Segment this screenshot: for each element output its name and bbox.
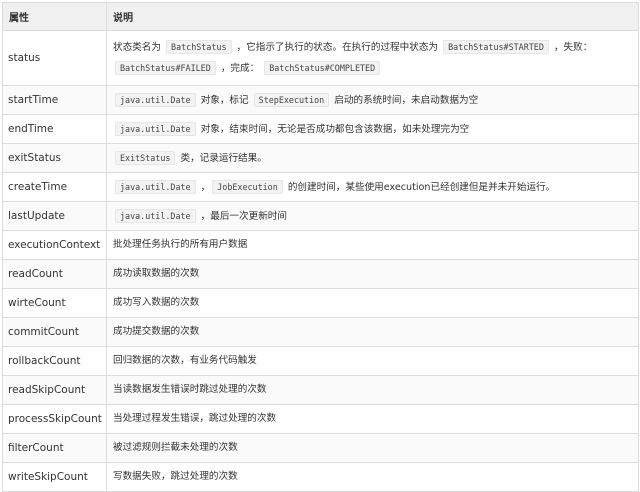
property-name: readSkipCount bbox=[2, 375, 107, 405]
table-row: executionContext 批处理任务执行的所有用户数据 bbox=[2, 230, 639, 260]
description-text: 成功提交数据的次数 bbox=[113, 326, 200, 337]
table-row: readSkipCount 当读数据发生错误时跳过处理的次数 bbox=[2, 375, 639, 405]
table-row: startTime java.util.Date 对象，标记 StepExecut… bbox=[2, 85, 639, 115]
property-description: 回归数据的次数，有业务代码触发 bbox=[106, 346, 639, 376]
description-text: 启动的系统时间，未启动数据为空 bbox=[331, 94, 479, 106]
description-text: 批处理任务执行的所有用户数据 bbox=[113, 239, 248, 250]
property-name: status bbox=[2, 30, 107, 86]
table-row: commitCount 成功提交数据的次数 bbox=[2, 317, 639, 347]
inline-code: JobExecution bbox=[212, 179, 283, 194]
table-row: status 状态类名为 BatchStatus ，它指示了执行的状态。在执行的过… bbox=[2, 30, 639, 86]
property-name: lastUpdate bbox=[2, 201, 107, 231]
description-text: 成功读取数据的次数 bbox=[113, 268, 200, 279]
header-description: 说明 bbox=[106, 2, 639, 31]
description-text: 状态类名为 bbox=[113, 42, 165, 53]
property-description: 被过滤规则拦截未处理的次数 bbox=[106, 433, 639, 463]
property-name: writeSkipCount bbox=[2, 462, 107, 492]
property-name: processSkipCount bbox=[2, 404, 107, 434]
property-name: commitCount bbox=[2, 317, 107, 347]
property-name: startTime bbox=[2, 85, 107, 115]
property-name: endTime bbox=[2, 114, 107, 144]
inline-code: BatchStatus#FAILED bbox=[115, 61, 216, 75]
inline-code: BatchStatus#STARTED bbox=[443, 40, 549, 54]
property-description: 状态类名为 BatchStatus ，它指示了执行的状态。在执行的过程中状态为 … bbox=[106, 30, 639, 86]
property-description: ExitStatus 类，记录运行结果。 bbox=[106, 143, 639, 173]
description-text: 成功写入数据的次数 bbox=[113, 297, 200, 308]
table-row: exitStatus ExitStatus 类，记录运行结果。 bbox=[2, 143, 639, 173]
table-row: filterCount 被过滤规则拦截未处理的次数 bbox=[2, 433, 639, 463]
table-row: readCount 成功读取数据的次数 bbox=[2, 259, 639, 289]
property-name: filterCount bbox=[2, 433, 107, 463]
property-description: 当处理过程发生错误，跳过处理的次数 bbox=[106, 404, 639, 434]
inline-code: ExitStatus bbox=[115, 150, 176, 165]
property-description: 成功写入数据的次数 bbox=[106, 288, 639, 318]
property-name: exitStatus bbox=[2, 143, 107, 173]
property-description: java.util.Date ， JobExecution 的创建时间，某些使用e… bbox=[106, 172, 639, 202]
table-row: lastUpdate java.util.Date ，最后一次更新时间 bbox=[2, 201, 639, 231]
property-name: wirteCount bbox=[2, 288, 107, 318]
property-name: rollbackCount bbox=[2, 346, 107, 376]
description-text: ，最后一次更新时间 bbox=[197, 210, 287, 222]
property-description: java.util.Date 对象，标记 StepExecution 启动的系统… bbox=[106, 85, 639, 115]
description-text: ，它指示了执行的状态。在执行的过程中状态为 bbox=[233, 42, 442, 53]
property-description: java.util.Date ，最后一次更新时间 bbox=[106, 201, 639, 231]
property-description: java.util.Date 对象，结束时间，无论是否成功都包含该数据，如未处理… bbox=[106, 114, 639, 144]
description-text: ，完成： bbox=[217, 63, 263, 74]
table-body: status 状态类名为 BatchStatus ，它指示了执行的状态。在执行的过… bbox=[2, 30, 639, 492]
description-text: 的创建时间，某些使用execution已经创建但是并未开始运行。 bbox=[284, 181, 556, 193]
property-description: 批处理任务执行的所有用户数据 bbox=[106, 230, 639, 260]
table-row: processSkipCount 当处理过程发生错误，跳过处理的次数 bbox=[2, 404, 639, 434]
property-description: 成功提交数据的次数 bbox=[106, 317, 639, 347]
inline-code: java.util.Date bbox=[115, 208, 196, 223]
inline-code: java.util.Date bbox=[115, 121, 196, 136]
description-text: ，失败： bbox=[550, 42, 593, 53]
table-row: createTime java.util.Date ， JobExecution 的… bbox=[2, 172, 639, 202]
property-description: 当读数据发生错误时跳过处理的次数 bbox=[106, 375, 639, 405]
description-text: 对象，结束时间，无论是否成功都包含该数据，如未处理完为空 bbox=[197, 123, 470, 135]
property-description: 成功读取数据的次数 bbox=[106, 259, 639, 289]
description-text: 对象，标记 bbox=[197, 94, 252, 106]
table-row: rollbackCount 回归数据的次数，有业务代码触发 bbox=[2, 346, 639, 376]
table-row: wirteCount 成功写入数据的次数 bbox=[2, 288, 639, 318]
inline-code: java.util.Date bbox=[115, 92, 196, 107]
property-name: createTime bbox=[2, 172, 107, 202]
properties-table: 属性 说明 status 状态类名为 BatchStatus ，它指示了执行的状态… bbox=[2, 2, 639, 492]
description-text: 回归数据的次数，有业务代码触发 bbox=[113, 355, 257, 366]
inline-code: BatchStatus#COMPLETED bbox=[264, 61, 381, 75]
inline-code: StepExecution bbox=[253, 92, 330, 107]
description-text: 当读数据发生错误时跳过处理的次数 bbox=[113, 384, 267, 395]
description-text: 写数据失败，跳过处理的次数 bbox=[113, 471, 238, 482]
header-attribute: 属性 bbox=[2, 2, 107, 31]
property-name: readCount bbox=[2, 259, 107, 289]
inline-code: BatchStatus bbox=[166, 40, 232, 54]
property-name: executionContext bbox=[2, 230, 107, 260]
table-header-row: 属性 说明 bbox=[2, 2, 639, 31]
table-row: writeSkipCount 写数据失败，跳过处理的次数 bbox=[2, 462, 639, 492]
table-row: endTime java.util.Date 对象，结束时间，无论是否成功都包含该… bbox=[2, 114, 639, 144]
inline-code: java.util.Date bbox=[115, 179, 196, 194]
description-text: 被过滤规则拦截未处理的次数 bbox=[113, 442, 238, 453]
description-text: ， bbox=[197, 181, 211, 193]
description-text: 当处理过程发生错误，跳过处理的次数 bbox=[113, 413, 277, 424]
property-description: 写数据失败，跳过处理的次数 bbox=[106, 462, 639, 492]
description-text: 类，记录运行结果。 bbox=[177, 152, 267, 164]
